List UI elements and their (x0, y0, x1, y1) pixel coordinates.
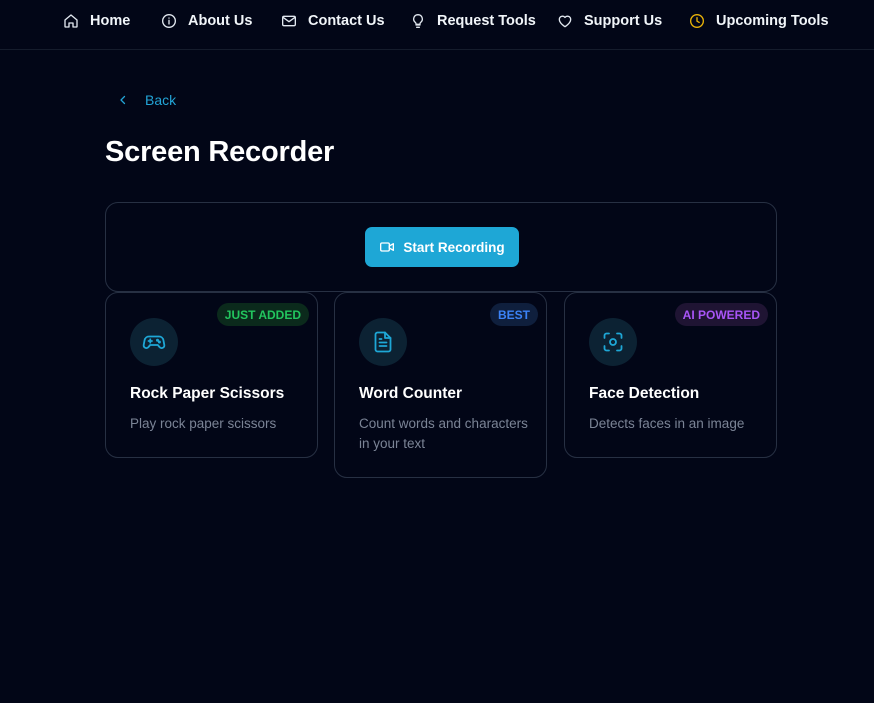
card-icon-wrapper (130, 318, 178, 366)
card-title: Rock Paper Scissors (130, 385, 285, 402)
document-icon (374, 331, 392, 353)
nav-home[interactable]: Home (63, 12, 130, 30)
nav-home-label: Home (90, 13, 131, 29)
nav-request-tools-label: Request Tools (437, 13, 536, 29)
card-title: Face Detection (589, 385, 700, 402)
nav-about-us[interactable]: About Us (161, 12, 252, 30)
badge-just-added: JUST ADDED (216, 303, 309, 326)
back-label: Back (145, 92, 177, 108)
nav-about-us-label: About Us (188, 13, 253, 29)
top-navigation: Home About Us Contact Us Request Tools S… (0, 0, 874, 50)
gamepad-icon (142, 335, 166, 349)
video-camera-icon (380, 242, 395, 252)
face-scan-icon (603, 332, 623, 352)
card-icon-wrapper (359, 318, 407, 366)
nav-request-tools[interactable]: Request Tools (410, 12, 536, 30)
back-link[interactable]: Back (117, 91, 176, 109)
start-recording-label: Start Recording (403, 239, 505, 255)
nav-upcoming-tools[interactable]: Upcoming Tools (689, 12, 829, 30)
lightbulb-icon (413, 14, 423, 28)
info-icon (162, 14, 176, 28)
nav-support-us[interactable]: Support Us (557, 12, 662, 30)
badge-ai-powered: AI POWERED (674, 303, 768, 326)
card-icon-wrapper (589, 318, 637, 366)
clock-icon (690, 14, 704, 28)
nav-contact-us-label: Contact Us (308, 13, 385, 29)
tool-card-word-counter[interactable]: BEST Word Counter Count words and charac… (334, 292, 547, 478)
mail-icon (282, 15, 296, 27)
nav-contact-us[interactable]: Contact Us (281, 12, 385, 30)
card-title: Word Counter (359, 385, 463, 402)
recorder-panel: Start Recording (105, 202, 777, 292)
card-description: Count words and characters in your text (359, 416, 528, 451)
tool-card-rock-paper-scissors[interactable]: JUST ADDED Rock Paper Scissors Play rock… (105, 292, 318, 458)
tool-card-face-detection[interactable]: AI POWERED Face Detection Detects faces … (564, 292, 777, 458)
card-description: Detects faces in an image (589, 416, 745, 431)
nav-upcoming-tools-label: Upcoming Tools (716, 13, 829, 29)
nav-support-us-label: Support Us (584, 13, 663, 29)
page-title: Screen Recorder (105, 136, 335, 168)
card-description: Play rock paper scissors (130, 416, 277, 431)
heart-icon (558, 15, 572, 28)
start-recording-button[interactable]: Start Recording (365, 227, 519, 267)
home-icon (64, 14, 78, 28)
badge-best: BEST (489, 303, 538, 326)
chevron-left-icon (120, 95, 126, 105)
